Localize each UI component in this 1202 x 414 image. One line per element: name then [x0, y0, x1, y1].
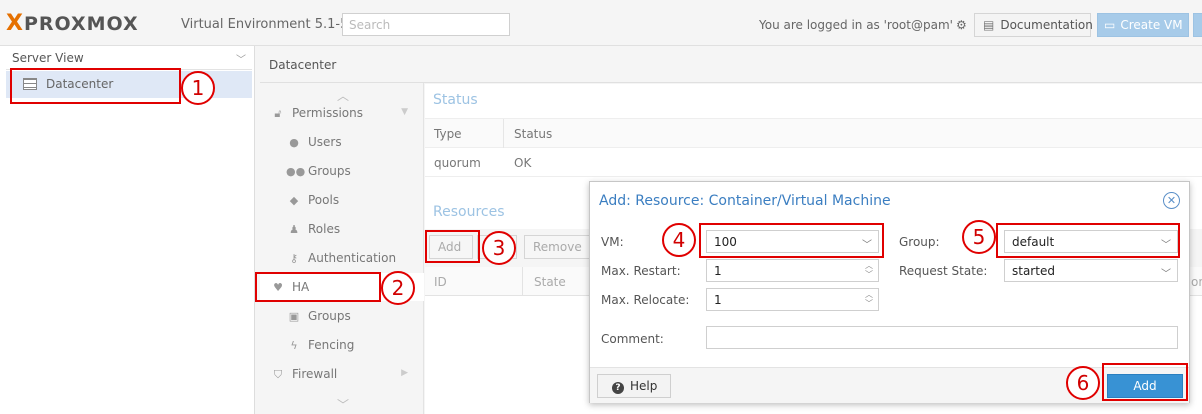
top-bar: XPROXMOX Virtual Environment 5.1-52 You … [0, 0, 1202, 46]
highlight-datacenter [10, 68, 181, 104]
version-label: Virtual Environment 5.1-52 [181, 17, 357, 32]
annotation-4: 4 [662, 223, 696, 257]
dialog-title: Add: Resource: Container/Virtual Machine [599, 193, 891, 209]
login-status: You are logged in as 'root@pam' ⚙ [759, 18, 967, 32]
shield-icon: ⛉ [273, 368, 283, 381]
key-icon: ⚷ [289, 252, 299, 265]
collapse-arrow-icon: ▼ [401, 107, 408, 117]
annotation-5: 5 [962, 220, 996, 254]
add-resource-dialog: Add: Resource: Container/Virtual Machine… [589, 181, 1190, 403]
max-restart-spinner[interactable]: 1 ︿ ﹀ [706, 259, 879, 282]
menu-item-groups[interactable]: ●● Groups [260, 157, 424, 185]
user-icon: ● [289, 136, 299, 149]
highlight-group-select [996, 223, 1180, 258]
resources-title: Resources [433, 204, 505, 220]
proxmox-logo: XPROXMOX [6, 11, 139, 36]
users-icon: ●● [286, 165, 306, 178]
menu-item-users[interactable]: ● Users [260, 128, 424, 156]
menu-item-firewall[interactable]: ⛉ Firewall ▶ [260, 360, 424, 388]
expand-arrow-icon: ▶ [401, 368, 408, 378]
max-restart-label: Max. Restart: [601, 264, 681, 278]
object-group-icon: ▣ [288, 310, 300, 323]
unlock-icon: 🔓︎ [274, 107, 282, 120]
annotation-6: 6 [1066, 366, 1100, 400]
question-circle-icon: ? [612, 382, 624, 394]
menu-item-pools[interactable]: ◆ Pools [260, 186, 424, 214]
vm-label: VM: [601, 235, 624, 249]
status-table: Type Status quorum OK [425, 118, 1202, 177]
tags-icon: ◆ [289, 194, 299, 207]
search-input[interactable] [342, 13, 510, 36]
request-state-label: Request State: [899, 264, 988, 278]
annotation-1: 1 [181, 71, 215, 105]
column-header-status: Status [514, 127, 553, 141]
annotation-2: 2 [381, 271, 415, 305]
column-header-type: Type [434, 127, 462, 141]
annotation-3: 3 [482, 231, 516, 265]
documentation-button[interactable]: ▤ Documentation [974, 13, 1093, 37]
bolt-icon: ϟ [290, 339, 298, 352]
status-header-row: Type Status [425, 119, 1202, 148]
spinner-arrows-icon[interactable]: ︿ ﹀ [865, 290, 873, 308]
config-menu: ︿ 🔓︎ Permissions ▼ ● Users ●● Groups ◆ Pools… [260, 83, 424, 414]
table-row[interactable]: quorum OK [425, 148, 1202, 177]
menu-item-permissions[interactable]: 🔓︎ Permissions ▼ [260, 99, 424, 127]
chevron-down-icon: ﹀ [1161, 269, 1171, 280]
status-value-cell: OK [514, 156, 532, 170]
group-label: Group: [899, 235, 940, 249]
book-icon: ▤ [983, 18, 995, 32]
menu-item-roles[interactable]: ♟ Roles [260, 215, 424, 243]
chevron-down-icon: ﹀ [236, 55, 246, 66]
monitor-icon: ▭ [1104, 18, 1116, 32]
highlight-vm-select [699, 223, 884, 258]
remove-resource-button[interactable]: Remove [524, 235, 590, 259]
request-state-select[interactable]: started ﹀ [1004, 259, 1178, 282]
comment-input[interactable] [706, 326, 1178, 349]
max-relocate-label: Max. Relocate: [601, 293, 690, 307]
status-title: Status [433, 92, 478, 108]
comment-label: Comment: [601, 332, 664, 346]
create-vm-button[interactable]: ▭ Create VM [1097, 13, 1189, 37]
male-icon: ♟ [289, 223, 299, 236]
column-header-state[interactable]: State [534, 275, 566, 289]
menu-item-authentication[interactable]: ⚷ Authentication [260, 244, 424, 272]
close-icon[interactable]: ✕ [1163, 192, 1180, 209]
breadcrumb: Datacenter [260, 46, 1202, 83]
status-type-cell: quorum [434, 156, 481, 170]
view-selector[interactable]: Server View ﹀ [6, 46, 252, 70]
create-ct-button[interactable] [1193, 13, 1202, 37]
highlight-ha [255, 272, 381, 302]
max-relocate-spinner[interactable]: 1 ︿ ﹀ [706, 288, 879, 311]
menu-item-fencing[interactable]: ϟ Fencing [260, 331, 424, 359]
highlight-dialog-add [1102, 363, 1188, 401]
highlight-add [425, 230, 480, 263]
column-header-id[interactable]: ID [434, 275, 447, 289]
gear-icon[interactable]: ⚙ [956, 18, 967, 32]
spinner-arrows-icon[interactable]: ︿ ﹀ [865, 261, 873, 279]
column-header-node[interactable]: on [1191, 275, 1202, 289]
menu-item-ha-groups[interactable]: ▣ Groups [260, 302, 424, 330]
scroll-down-icon[interactable]: ﹀ [337, 396, 349, 413]
help-button[interactable]: ? Help [597, 374, 671, 398]
